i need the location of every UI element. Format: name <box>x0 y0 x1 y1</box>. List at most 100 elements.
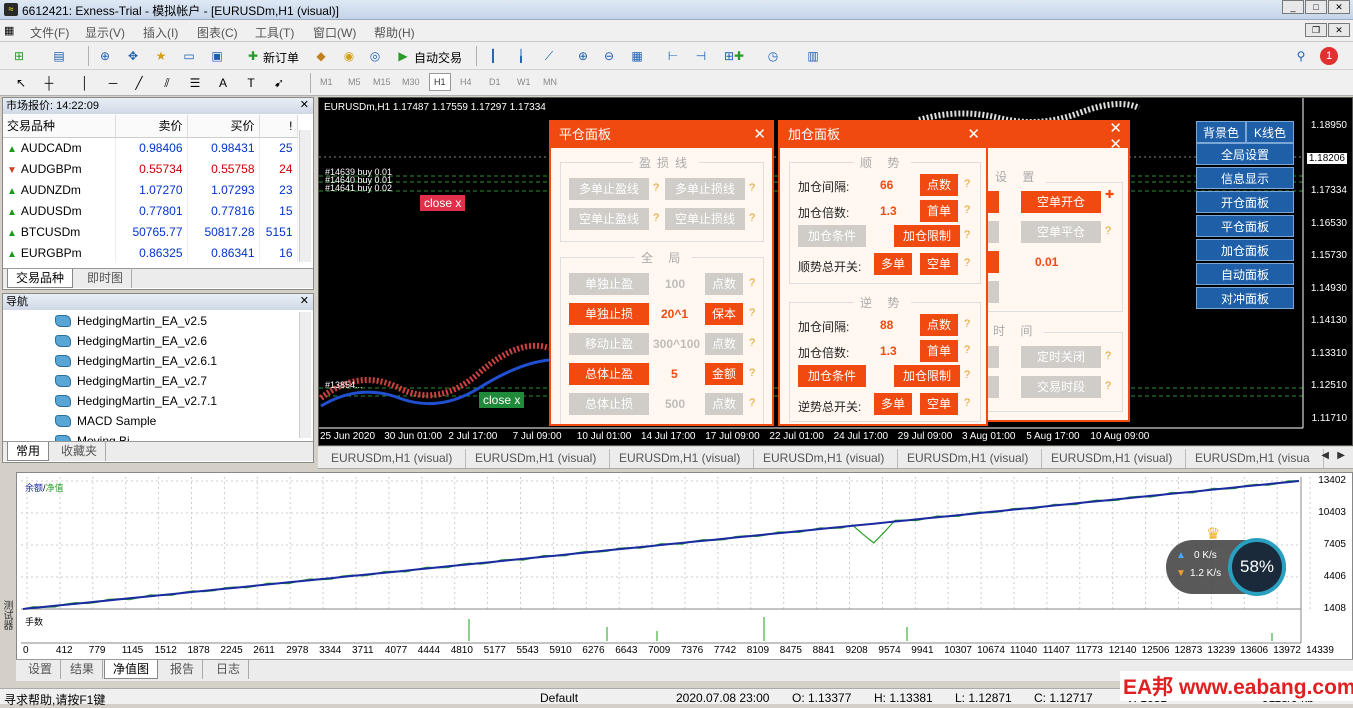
total-sl-value[interactable]: 500 <box>665 397 685 411</box>
tab-common[interactable]: 常用 <box>7 442 50 461</box>
channel-icon[interactable]: ⫽ <box>158 74 176 92</box>
open-panel-close-icon-2[interactable]: ✕ <box>1109 132 1122 158</box>
menu-button[interactable]: 自动面板 <box>1196 263 1294 285</box>
timed-close-button[interactable]: 定时关闭 <box>1021 346 1101 368</box>
navigator-icon[interactable]: ★ <box>152 47 170 65</box>
col-bid[interactable]: 卖价 <box>115 115 188 138</box>
table-row[interactable]: ▲ AUDCADm 0.98406 0.98431 25 <box>3 137 298 158</box>
tf-d1[interactable]: D1 <box>489 77 501 87</box>
candlestick-icon[interactable]: ╽ <box>512 47 530 65</box>
metaeditor-icon[interactable]: ◆ <box>312 47 330 65</box>
chart-tab[interactable]: EURUSDm,H1 (visua <box>1182 449 1324 468</box>
terminal-icon[interactable]: ▭ <box>180 47 198 65</box>
table-row[interactable]: ▲ AUDNZDm 1.07270 1.07293 23 <box>3 179 298 200</box>
label-icon[interactable]: T <box>242 74 260 92</box>
market-watch-icon[interactable]: ⊕ <box>96 47 114 65</box>
menu-button[interactable]: 信息显示 <box>1196 167 1294 189</box>
symbol-cell[interactable]: ▲ AUDCADm <box>3 137 116 158</box>
trend-condition-button[interactable]: 加仓条件 <box>798 225 866 247</box>
tf-w1[interactable]: W1 <box>517 77 531 87</box>
market-watch-close-icon[interactable]: ✕ <box>300 98 309 111</box>
menu-button[interactable]: 全局设置 <box>1196 143 1294 165</box>
tester-tab[interactable]: 日志 <box>208 660 250 679</box>
menu-chart[interactable]: 图表(C) <box>197 24 238 41</box>
profiles-icon[interactable]: ▤ <box>50 47 68 65</box>
chart-tab[interactable]: EURUSDm,H1 (visual) <box>606 449 755 468</box>
zoom-in-icon[interactable]: ⊕ <box>574 47 592 65</box>
menu-button[interactable]: 开仓面板 <box>1196 191 1294 213</box>
new-chart-icon[interactable]: ⊞ <box>10 47 28 65</box>
col-spread[interactable]: ! <box>259 115 298 138</box>
trailing-tp-value[interactable]: 300^100 <box>653 337 700 351</box>
total-tp-value[interactable]: 5 <box>671 367 678 381</box>
menu-button[interactable]: 对冲面板 <box>1196 287 1294 309</box>
child-close-button[interactable]: ✕ <box>1328 23 1350 37</box>
menu-insert[interactable]: 插入(I) <box>143 24 178 41</box>
menu-button[interactable]: 加仓面板 <box>1196 239 1294 261</box>
tf-h4[interactable]: H4 <box>460 77 472 87</box>
counter-first-order-button[interactable]: 首单 <box>920 340 958 362</box>
long-tp-line-button[interactable]: 多单止盈线 <box>569 178 649 200</box>
symbol-cell[interactable]: ▲ AUDNZDm <box>3 179 116 200</box>
total-tp-unit[interactable]: 金额 <box>705 363 743 385</box>
trend-first-order-button[interactable]: 首单 <box>920 200 958 222</box>
table-row[interactable]: ▼ AUDGBPm 0.55734 0.55758 24 <box>3 158 298 179</box>
menu-view[interactable]: 显示(V) <box>85 24 125 41</box>
crosshair-icon[interactable]: ┼ <box>40 74 58 92</box>
col-symbol[interactable]: 交易品种 <box>3 115 116 138</box>
kline-color-button[interactable]: K线色 <box>1246 121 1294 143</box>
lot-size-value[interactable]: 0.01 <box>1035 255 1058 269</box>
new-order-button[interactable]: 新订单 <box>263 49 299 66</box>
tf-m5[interactable]: M5 <box>348 77 361 87</box>
single-tp-value[interactable]: 100 <box>665 277 685 291</box>
vertical-line-icon[interactable]: │ <box>76 74 94 92</box>
symbol-cell[interactable]: ▼ AUDGBPm <box>3 158 116 179</box>
tab-favorites[interactable]: 收藏夹 <box>53 442 107 461</box>
symbol-cell[interactable]: ▲ EURGBPm <box>3 242 116 263</box>
long-sl-line-button[interactable]: 多单止损线 <box>665 178 745 200</box>
counter-long-button[interactable]: 多单 <box>874 393 912 415</box>
symbol-cell[interactable]: ▲ AUDUSDm <box>3 200 116 221</box>
counter-mult-value[interactable]: 1.3 <box>880 344 897 358</box>
add-panel-close-icon[interactable]: ✕ <box>967 122 980 148</box>
tab-scroll-right-icon[interactable]: ▶ <box>1337 450 1345 461</box>
trend-limit-button[interactable]: 加仓限制 <box>894 225 960 247</box>
chart-tab[interactable]: EURUSDm,H1 (visual) <box>1038 449 1187 468</box>
tab-tick-chart[interactable]: 即时图 <box>79 269 133 288</box>
horizontal-line-icon[interactable]: ─ <box>104 74 122 92</box>
tf-m15[interactable]: M15 <box>373 77 391 87</box>
short-open-button[interactable]: 空单开仓 <box>1021 191 1101 213</box>
navigator-close-icon[interactable]: ✕ <box>300 294 309 307</box>
signals-icon[interactable]: ◎ <box>366 47 384 65</box>
tester-icon[interactable]: ▣ <box>208 47 226 65</box>
col-ask[interactable]: 买价 <box>187 115 260 138</box>
zoom-out-icon[interactable]: ⊖ <box>600 47 618 65</box>
tester-tab[interactable]: 报告 <box>162 660 204 679</box>
tile-windows-icon[interactable]: ▦ <box>628 47 646 65</box>
total-sl-unit[interactable]: 点数 <box>705 393 743 415</box>
single-tp-unit[interactable]: 点数 <box>705 273 743 295</box>
table-row[interactable]: ▲ EURGBPm 0.86325 0.86341 16 <box>3 242 298 263</box>
indicators-icon[interactable]: ✚ <box>730 47 748 65</box>
tf-m30[interactable]: M30 <box>402 77 420 87</box>
arrows-icon[interactable]: ➹ <box>270 74 288 92</box>
trend-interval-unit[interactable]: 点数 <box>920 174 958 196</box>
chart-tab[interactable]: EURUSDm,H1 (visual) <box>318 449 467 468</box>
menu-tools[interactable]: 工具(T) <box>255 24 294 41</box>
single-sl-button[interactable]: 单独止损 <box>569 303 649 325</box>
trade-hours-button[interactable]: 交易时段 <box>1021 376 1101 398</box>
trend-interval-value[interactable]: 66 <box>880 178 893 192</box>
navigator-item[interactable]: HedgingMartin_EA_v2.6.1 <box>55 354 217 368</box>
close-green-button[interactable]: close x <box>479 392 525 408</box>
close-window-button[interactable]: ✕ <box>1328 0 1350 14</box>
text-icon[interactable]: A <box>214 74 232 92</box>
menu-window[interactable]: 窗口(W) <box>313 24 356 41</box>
single-sl-value[interactable]: 20^1 <box>661 307 688 321</box>
templates-icon[interactable]: ▥ <box>804 47 822 65</box>
tester-tab[interactable]: 净值图 <box>104 660 159 679</box>
table-row[interactable]: ▲ AUDUSDm 0.77801 0.77816 15 <box>3 200 298 221</box>
market-watch-scrollbar[interactable] <box>299 130 311 262</box>
chart-tab[interactable]: EURUSDm,H1 (visual) <box>462 449 611 468</box>
symbol-cell[interactable]: ▲ BTCUSDm <box>3 221 116 242</box>
short-tp-line-button[interactable]: 空单止盈线 <box>569 208 649 230</box>
